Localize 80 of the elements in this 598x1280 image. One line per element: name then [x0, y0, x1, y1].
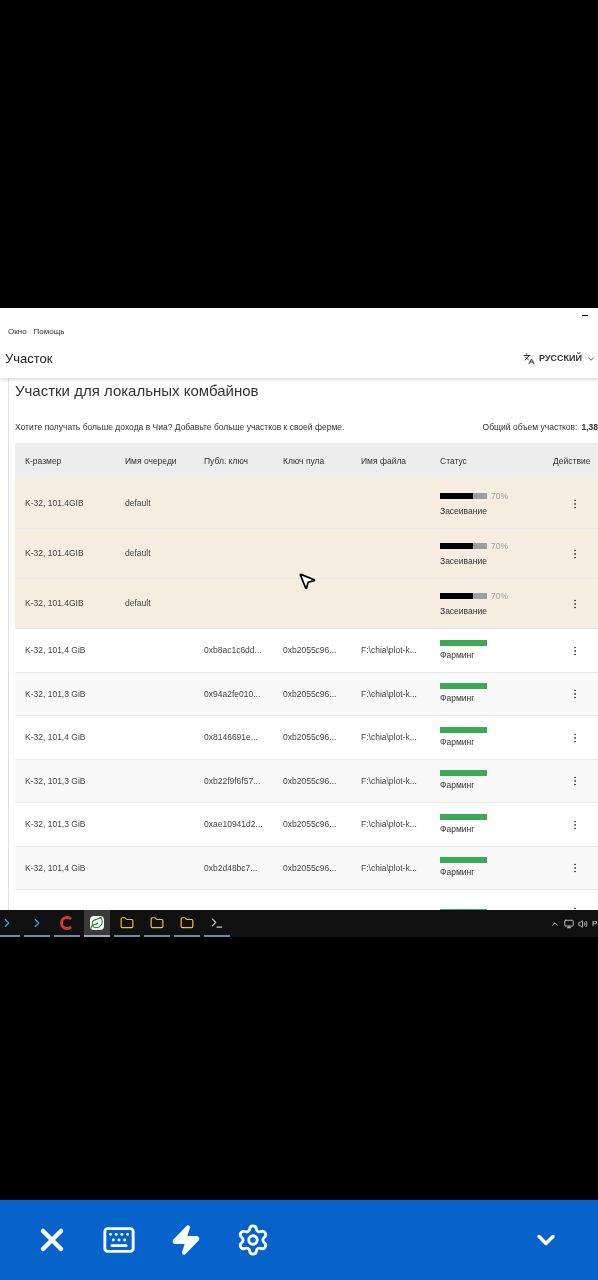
column-header: Имя очереди [125, 455, 177, 466]
table-cell: 0xb8ac1c6dd... [204, 645, 262, 656]
network-icon[interactable] [564, 918, 574, 929]
table-cell: 0xb2055c96... [283, 819, 337, 830]
progress-percent: 70% [491, 489, 508, 503]
progress-bar [440, 813, 487, 820]
table-cell: K-32, 101,4 GiB [25, 732, 86, 743]
folder-icon [120, 915, 134, 930]
menu-item[interactable]: Помощь [33, 326, 65, 338]
progress-bar [440, 857, 487, 864]
caret-icon [586, 354, 596, 364]
terminal-icon [210, 915, 224, 930]
translate-icon [523, 353, 536, 365]
status-label: Фарминг [440, 648, 476, 662]
volume-icon[interactable] [578, 918, 588, 929]
lightning-icon[interactable] [170, 1224, 202, 1256]
column-header: Статус [440, 455, 467, 466]
table-cell: 0xae10941d2... [204, 819, 263, 830]
table-cell: 0xb2055c96... [283, 775, 337, 786]
table-cell: F:\chia\plot-k... [361, 819, 417, 830]
table-cell: 0xb2055c96... [283, 732, 337, 743]
table-cell: K-32, 101,4 GiB [25, 862, 86, 873]
progress-percent: 70% [491, 589, 508, 603]
table-cell: K-32, 101.4GIB [25, 498, 84, 509]
folder-icon [150, 915, 164, 930]
table-cell: K-32, 101.4GIB [25, 598, 84, 609]
column-header: Действие [553, 455, 591, 466]
status-label: Засеивание [440, 605, 488, 618]
status-label: Фарминг [440, 735, 476, 749]
table-cell: K-32, 101,3 GiB [25, 688, 86, 699]
table-cell: 0xb2d48bc7... [204, 862, 258, 873]
column-header: Публ. ключ [204, 455, 248, 466]
table-cell: 0xb2055c96... [283, 645, 337, 656]
header-title: Участок [5, 350, 53, 369]
column-header: Ключ пула [283, 455, 325, 466]
progress-bar [440, 492, 487, 499]
folder-icon [180, 915, 194, 930]
table-cell: F:\chia\plot-k... [361, 732, 417, 743]
language-button[interactable]: РУССКИЙ [523, 352, 596, 366]
table-cell: default [125, 598, 151, 609]
total-value: 1,38 [581, 420, 598, 434]
progress-bar [440, 639, 487, 646]
page-title: Участки для локальных комбайнов [15, 381, 260, 401]
table-cell: K-32, 101,4 GiB [25, 645, 86, 656]
table-cell: 0xb2055c96... [283, 862, 337, 873]
progress-bar [440, 542, 487, 549]
column-header: К-размер [25, 455, 62, 466]
table-cell: F:\chia\plot-k... [361, 775, 417, 786]
progress-bar [440, 770, 487, 777]
table-cell: K-32, 101,3 GiB [25, 819, 86, 830]
leaf-icon [90, 915, 104, 930]
subtitle: Хотите получать больше дохода в Чиа? Добавьте больше участков к своей ферме. [15, 420, 345, 434]
total-label: Общий объем участков: [482, 420, 578, 434]
progress-percent: 70% [491, 539, 508, 553]
table-cell: F:\chia\plot-k... [361, 645, 417, 656]
progress-bar [440, 726, 487, 733]
status-label: Фарминг [440, 866, 476, 879]
status-label: Засеивание [440, 555, 488, 568]
table-cell: 0x94a2fe010... [204, 688, 261, 699]
status-label: Засеивание [440, 505, 488, 518]
status-label: Фарминг [440, 692, 476, 705]
table-cell: K-32, 101.4GIB [25, 548, 84, 559]
table-cell: 0xb2055c96... [283, 688, 337, 699]
progress-bar [440, 592, 487, 599]
tray-text: Р [592, 917, 598, 930]
table-cell: 0x8146691e... [204, 732, 258, 743]
mouse-cursor-icon [297, 571, 317, 591]
menu-item[interactable]: Окно [8, 326, 27, 338]
table-cell: 0xb22f9f6f57... [204, 775, 261, 786]
table-cell: default [125, 548, 151, 559]
table-cell: default [125, 498, 151, 509]
settings-icon[interactable] [236, 1223, 270, 1257]
table-cell: F:\chia\plot-k... [361, 862, 417, 873]
progress-bar [440, 683, 487, 690]
status-label: Фарминг [440, 822, 476, 836]
status-label: Фарминг [440, 779, 476, 792]
table-cell: F:\chia\plot-k... [361, 688, 417, 699]
taskbar-app[interactable] [84, 910, 110, 937]
column-header: Имя файла [361, 455, 407, 466]
table-cell: K-32, 101,3 GiB [25, 775, 86, 786]
